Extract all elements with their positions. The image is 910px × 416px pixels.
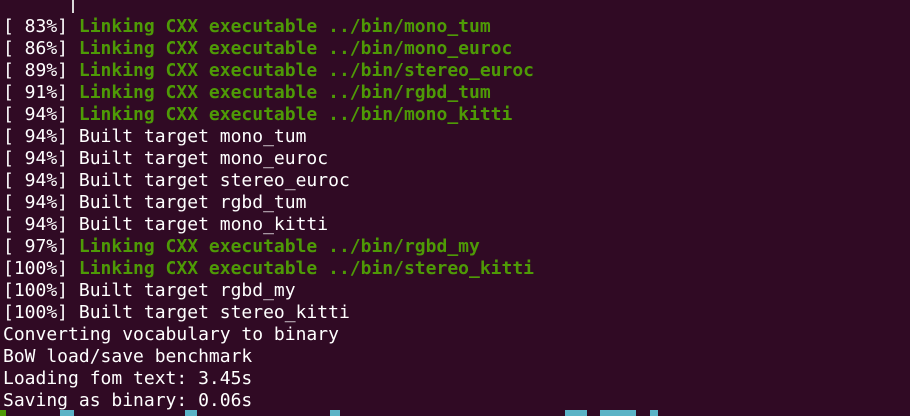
- linking-message: Linking CXX executable ../bin/mono_euroc: [78, 38, 513, 59]
- terminal-line: [ 94%] Linking CXX executable ../bin/mon…: [3, 104, 910, 126]
- linking-message: Linking CXX executable ../bin/mono_tum: [78, 16, 491, 37]
- terminal-line: Converting vocabulary to binary: [3, 324, 910, 346]
- progress-percent: [100%]: [3, 280, 79, 301]
- output-message: Saving as binary: 0.06s: [3, 390, 253, 411]
- output-message: Built target mono_kitti: [78, 214, 329, 235]
- progress-percent: [100%]: [3, 258, 79, 279]
- progress-percent: [ 94%]: [3, 148, 79, 169]
- linking-message: Linking CXX executable ../bin/rgbd_my: [78, 236, 480, 257]
- terminal-line: BoW load/save benchmark: [3, 346, 910, 368]
- linking-message: Linking CXX executable ../bin/rgbd_tum: [78, 82, 491, 103]
- error-underline-marker: ^~~~~~~~~~: [485, 0, 593, 9]
- terminal-window[interactable]: ^~~~~~~~~~ [ 83%] Linking CXX executable…: [0, 0, 910, 416]
- terminal-line: [ 83%] Linking CXX executable ../bin/mon…: [3, 16, 910, 38]
- progress-percent: [ 89%]: [3, 60, 79, 81]
- next-prompt-fragment: [0, 410, 910, 416]
- progress-percent: [ 97%]: [3, 236, 79, 257]
- progress-percent: [ 86%]: [3, 38, 79, 59]
- progress-percent: [ 94%]: [3, 126, 79, 147]
- output-message: BoW load/save benchmark: [3, 346, 253, 367]
- terminal-line: Loading fom text: 3.45s: [3, 368, 910, 390]
- progress-percent: [ 94%]: [3, 104, 79, 125]
- progress-percent: [ 91%]: [3, 82, 79, 103]
- linking-message: Linking CXX executable ../bin/mono_kitti: [78, 104, 513, 125]
- progress-percent: [ 83%]: [3, 16, 79, 37]
- linking-message: Linking CXX executable ../bin/stereo_kit…: [78, 258, 535, 279]
- terminal-line: [ 94%] Built target mono_kitti: [3, 214, 910, 236]
- output-message: Built target mono_euroc: [78, 148, 329, 169]
- output-message: Built target stereo_kitti: [78, 302, 350, 323]
- progress-percent: [ 94%]: [3, 214, 79, 235]
- output-message: Built target stereo_euroc: [78, 170, 350, 191]
- terminal-line: Saving as binary: 0.06s: [3, 390, 910, 412]
- terminal-line: [100%] Built target rgbd_my: [3, 280, 910, 302]
- output-message: Converting vocabulary to binary: [3, 324, 339, 345]
- previous-output-fragment: ^~~~~~~~~~: [0, 0, 910, 13]
- terminal-line: [ 94%] Built target rgbd_tum: [3, 192, 910, 214]
- progress-percent: [ 94%]: [3, 192, 79, 213]
- terminal-line: [ 94%] Built target mono_euroc: [3, 148, 910, 170]
- terminal-line: [ 89%] Linking CXX executable ../bin/ste…: [3, 60, 910, 82]
- output-message: Built target mono_tum: [78, 126, 307, 147]
- progress-percent: [ 94%]: [3, 170, 79, 191]
- terminal-line: [100%] Built target stereo_kitti: [3, 302, 910, 324]
- progress-percent: [100%]: [3, 302, 79, 323]
- terminal-line: [ 94%] Built target stereo_euroc: [3, 170, 910, 192]
- terminal-line: [100%] Linking CXX executable ../bin/ste…: [3, 258, 910, 280]
- terminal-line: [ 91%] Linking CXX executable ../bin/rgb…: [3, 82, 910, 104]
- output-message: Built target rgbd_tum: [78, 192, 307, 213]
- terminal-line: [ 94%] Built target mono_tum: [3, 126, 910, 148]
- output-message: Loading fom text: 3.45s: [3, 368, 253, 389]
- terminal-output: [ 83%] Linking CXX executable ../bin/mon…: [3, 16, 910, 412]
- terminal-line: [ 86%] Linking CXX executable ../bin/mon…: [3, 38, 910, 60]
- output-message: Built target rgbd_my: [78, 280, 296, 301]
- text-cursor: [72, 0, 74, 13]
- terminal-line: [ 97%] Linking CXX executable ../bin/rgb…: [3, 236, 910, 258]
- linking-message: Linking CXX executable ../bin/stereo_eur…: [78, 60, 535, 81]
